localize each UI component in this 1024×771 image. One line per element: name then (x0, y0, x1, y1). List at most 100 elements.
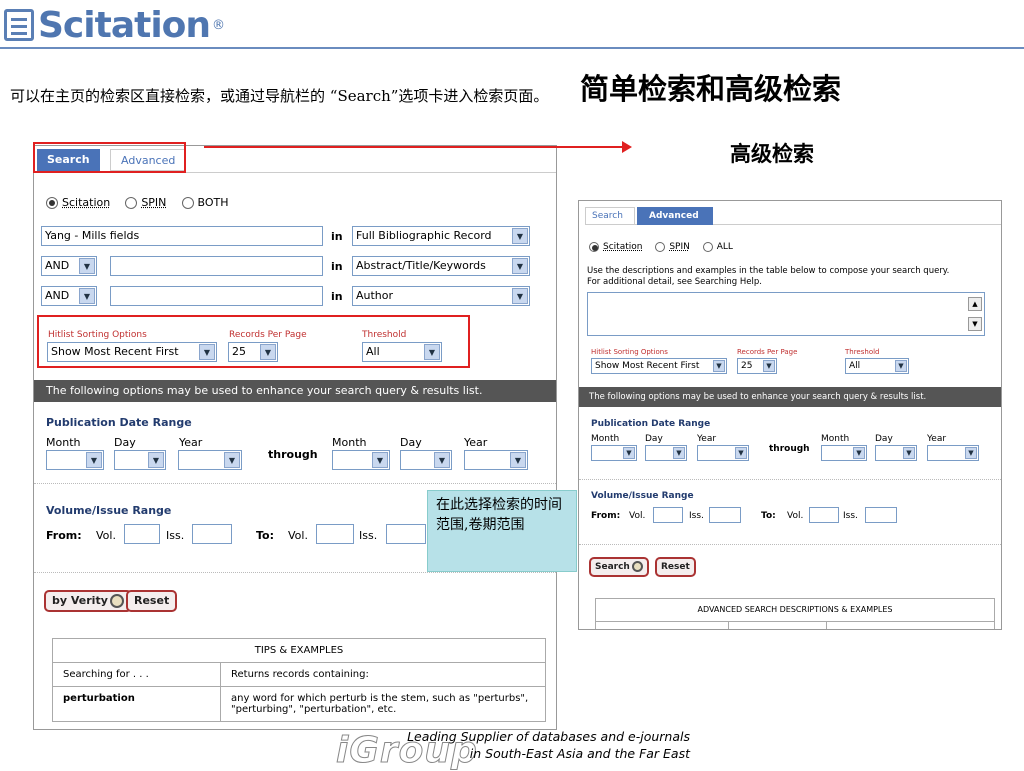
from-month-select[interactable]: ▼ (46, 450, 104, 470)
radio-spin[interactable] (125, 196, 138, 209)
in-label: in (331, 260, 343, 273)
chevron-down-icon: ▼ (510, 452, 526, 468)
to-issue-input[interactable] (386, 524, 426, 544)
search-term-input-1[interactable]: Yang - Mills fields (41, 226, 323, 246)
chevron-down-icon: ▼ (735, 447, 747, 459)
records-label: Records Per Page (737, 348, 798, 356)
footer-tagline: Leading Supplier of databases and e-jour… (370, 728, 690, 762)
from-issue-input[interactable] (709, 507, 741, 523)
to-volume-input[interactable] (809, 507, 839, 523)
field-select-3[interactable]: Author ▼ (352, 286, 530, 306)
year-label: Year (927, 434, 947, 444)
from-volume-input[interactable] (653, 507, 683, 523)
vol-label: Vol. (787, 511, 804, 521)
from-issue-input[interactable] (192, 524, 232, 544)
tips-header: TIPS & EXAMPLES (52, 638, 546, 663)
options-bar: The following options may be used to enh… (579, 387, 1001, 407)
month-label: Month (332, 436, 367, 449)
radio-spin[interactable] (655, 242, 666, 252)
from-year-select[interactable]: ▼ (697, 445, 749, 461)
search-term-input-2[interactable] (110, 256, 323, 276)
sort-select[interactable]: Show Most Recent First ▼ (591, 358, 727, 374)
instructions: Use the descriptions and examples in the… (587, 266, 1001, 288)
to-year-select[interactable]: ▼ (927, 445, 979, 461)
footer-line-1: Leading Supplier of databases and e-jour… (407, 729, 690, 744)
month-label: Month (591, 434, 620, 444)
from-volume-input[interactable] (124, 524, 160, 544)
tips-column-header: Searching for . . . (52, 662, 221, 687)
from-year-select[interactable]: ▼ (178, 450, 242, 470)
day-label: Day (400, 436, 422, 449)
vol-label: Vol. (629, 511, 646, 521)
field-select-1[interactable]: Full Bibliographic Record ▼ (352, 226, 530, 246)
scroll-down-icon[interactable]: ▼ (968, 317, 982, 331)
radio-scitation[interactable] (46, 196, 58, 209)
scitation-logo: Scitation ® (4, 4, 225, 46)
field-select-2[interactable]: Abstract/Title/Keywords ▼ (352, 256, 530, 276)
callout-note: 在此选择检索的时间范围,卷期范围 (427, 490, 577, 572)
tab-search[interactable]: Search (585, 207, 635, 225)
by-verity-button[interactable]: by Verity (44, 590, 132, 612)
publication-date-title: Publication Date Range (591, 419, 711, 429)
descriptions-table-header: ADVANCED SEARCH DESCRIPTIONS & EXAMPLES (596, 599, 994, 622)
to-day-select[interactable]: ▼ (875, 445, 917, 461)
database-radio-group: Scitation SPIN ALL (589, 242, 743, 253)
from-day-select[interactable]: ▼ (645, 445, 687, 461)
operator-value: AND (45, 289, 70, 302)
to-volume-input[interactable] (316, 524, 354, 544)
operator-select-2[interactable]: AND ▼ (41, 256, 97, 276)
search-term-input-3[interactable] (110, 286, 323, 306)
divider (34, 572, 556, 573)
day-label: Day (645, 434, 663, 444)
operator-value: AND (45, 259, 70, 272)
to-day-select[interactable]: ▼ (400, 450, 452, 470)
query-textarea[interactable]: ▲ ▼ (587, 292, 985, 336)
threshold-select[interactable]: All ▼ (845, 358, 909, 374)
tab-highlight-box (33, 142, 186, 173)
chevron-down-icon: ▼ (512, 258, 528, 274)
volume-issue-title: Volume/Issue Range (46, 504, 172, 517)
sort-value: Show Most Recent First (595, 361, 700, 371)
chevron-down-icon: ▼ (148, 452, 164, 468)
threshold-label: Threshold (845, 348, 880, 356)
radio-scitation[interactable] (589, 242, 599, 252)
operator-select-3[interactable]: AND ▼ (41, 286, 97, 306)
chevron-down-icon: ▼ (853, 447, 865, 459)
magnifier-icon (631, 561, 643, 572)
to-issue-input[interactable] (865, 507, 897, 523)
from-day-select[interactable]: ▼ (114, 450, 166, 470)
divider (579, 479, 1001, 480)
tab-advanced[interactable]: Advanced (637, 207, 713, 225)
to-year-select[interactable]: ▼ (464, 450, 528, 470)
to-month-select[interactable]: ▼ (332, 450, 390, 470)
chevron-down-icon: ▼ (895, 360, 907, 372)
radio-all[interactable] (702, 242, 713, 252)
from-label: From: (46, 529, 82, 542)
database-radio-group: Scitation SPIN BOTH (46, 192, 239, 211)
descriptions-table: ADVANCED SEARCH DESCRIPTIONS & EXAMPLES (595, 598, 995, 629)
intro-text: 可以在主页的检索区直接检索，或通过导航栏的 “Search”选项卡进入检索页面。 (10, 87, 549, 105)
to-month-select[interactable]: ▼ (821, 445, 867, 461)
from-month-select[interactable]: ▼ (591, 445, 637, 461)
chevron-down-icon: ▼ (79, 288, 95, 304)
reset-button[interactable]: Reset (126, 590, 178, 612)
search-button[interactable]: Search (589, 557, 649, 577)
scroll-up-icon[interactable]: ▲ (968, 297, 982, 311)
field-select-value: Full Bibliographic Record (356, 229, 492, 242)
divider (34, 483, 556, 484)
chevron-down-icon: ▼ (623, 447, 635, 459)
iss-label: Iss. (359, 529, 378, 542)
chevron-down-icon: ▼ (713, 360, 725, 372)
radio-both[interactable] (181, 196, 194, 209)
options-bar: The following options may be used to enh… (34, 380, 556, 402)
document-icon (4, 9, 34, 41)
year-label: Year (464, 436, 488, 449)
slide-title: 简单检索和高级检索 (580, 72, 842, 106)
by-verity-label: by Verity (52, 594, 108, 607)
chevron-down-icon: ▼ (372, 452, 388, 468)
chevron-down-icon: ▼ (512, 288, 528, 304)
month-label: Month (821, 434, 850, 444)
reset-button[interactable]: Reset (655, 557, 696, 577)
to-label: To: (256, 529, 274, 542)
records-select[interactable]: 25 ▼ (737, 358, 777, 374)
